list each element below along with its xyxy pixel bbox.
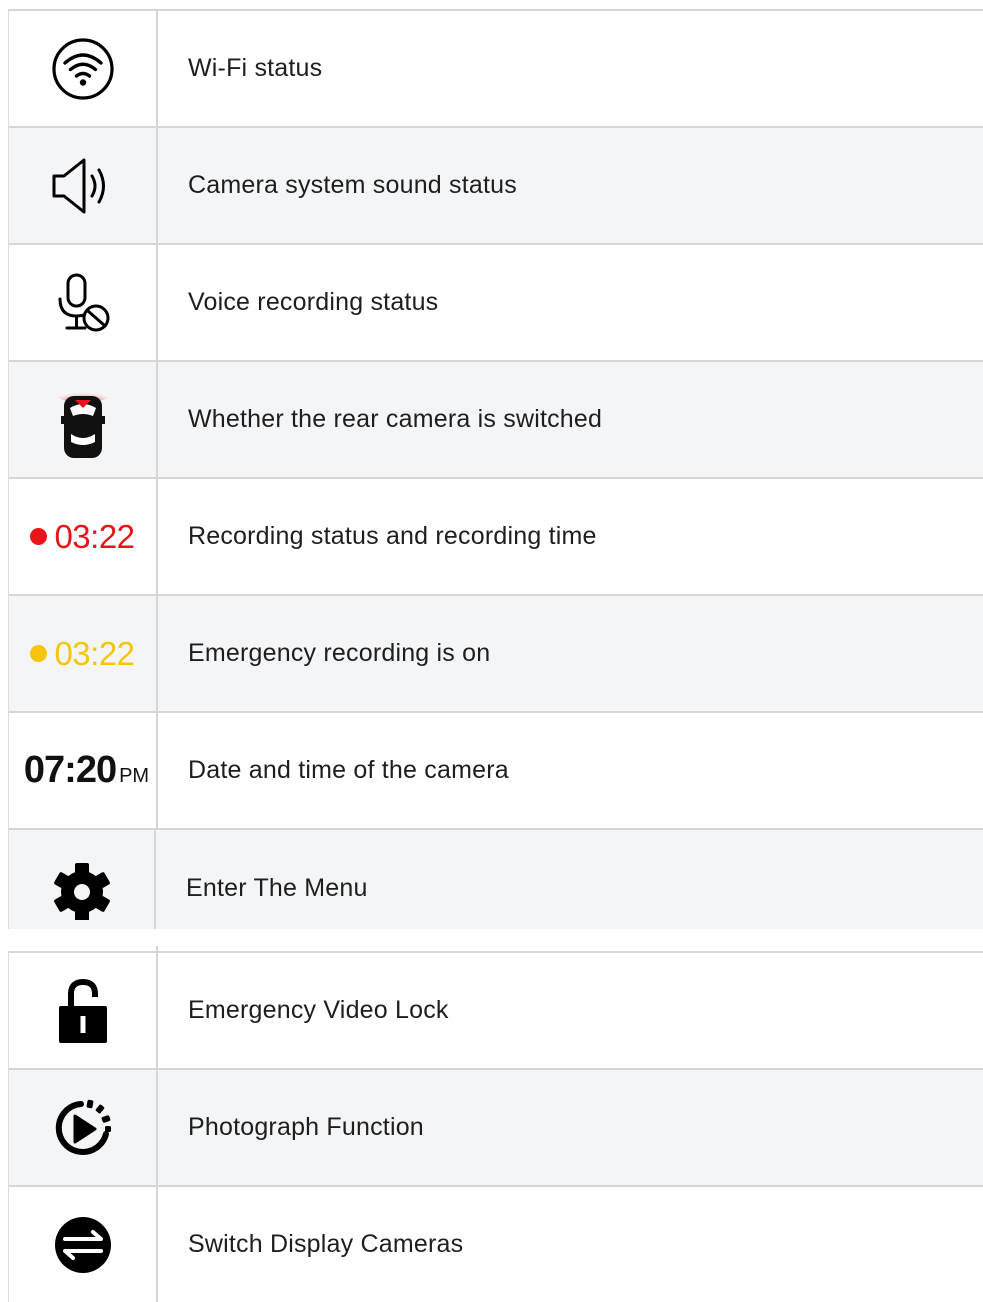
icon-legend-table-1: Wi-Fi status Camera system sound status … — [8, 9, 983, 931]
icon-cell — [9, 1187, 158, 1302]
row-description: Emergency Video Lock — [188, 996, 449, 1024]
emergency-dot-icon — [30, 645, 48, 662]
row-description: Date and time of the camera — [188, 756, 509, 784]
row-description: Switch Display Cameras — [188, 1230, 464, 1258]
row-description: Enter The Menu — [186, 874, 368, 902]
icon-cell: 03:22 — [9, 596, 158, 711]
icon-cell — [9, 1070, 158, 1185]
row-description: Recording status and recording time — [188, 522, 597, 550]
row-description: Voice recording status — [188, 288, 439, 316]
rear-camera-car-icon — [56, 385, 109, 458]
row-description: Whether the rear camera is switched — [188, 405, 603, 433]
wifi-icon — [51, 37, 114, 100]
mic-off-icon — [58, 273, 109, 331]
row-description: Photograph Function — [188, 1113, 424, 1141]
table-row-lock: Emergency Video Lock — [9, 953, 983, 1070]
emergency-time: 03:22 — [54, 634, 135, 672]
page-gap — [0, 929, 983, 951]
photo-timer-icon — [55, 1099, 111, 1155]
icon-cell: 07:20 PM — [9, 713, 158, 828]
row-description: Wi-Fi status — [188, 54, 323, 82]
camera-clock: 07:20 PM — [24, 749, 149, 792]
clock-ampm: PM — [119, 765, 150, 787]
table-row-menu: Enter The Menu — [9, 830, 983, 931]
row-description: Emergency recording is on — [188, 639, 491, 667]
icon-cell — [9, 245, 158, 360]
table-row-photo: Photograph Function — [9, 1070, 983, 1187]
table-row-clock: 07:20 PM Date and time of the camera — [9, 713, 983, 830]
table-row-voice: Voice recording status — [9, 245, 983, 362]
icon-cell: 03:22 — [9, 479, 158, 594]
clock-time: 07:20 — [23, 749, 117, 791]
table-row-recording: 03:22 Recording status and recording tim… — [9, 479, 983, 596]
recording-timer: 03:22 — [30, 517, 135, 556]
table-row-switch: Switch Display Cameras — [9, 1187, 983, 1302]
switch-cameras-icon — [54, 1216, 111, 1273]
table-row-sound: Camera system sound status — [9, 128, 983, 245]
emergency-timer: 03:22 — [30, 634, 135, 673]
icon-cell — [9, 830, 156, 931]
icon-cell — [9, 953, 158, 1068]
icon-legend-table-2: Emergency Video Lock Photograph Function… — [8, 951, 983, 1302]
table-row-rear-camera: Whether the rear camera is switched — [9, 362, 983, 479]
recording-dot-icon — [30, 528, 48, 545]
icon-cell — [9, 128, 158, 243]
unlock-icon — [58, 978, 107, 1043]
recording-time: 03:22 — [54, 517, 135, 555]
speaker-icon — [52, 158, 105, 213]
table-row-wifi: Wi-Fi status — [9, 11, 983, 128]
icon-cell — [9, 362, 158, 477]
row-description: Camera system sound status — [188, 171, 517, 199]
icon-cell — [9, 11, 158, 126]
gear-icon — [53, 863, 110, 920]
table-row-emergency: 03:22 Emergency recording is on — [9, 596, 983, 713]
